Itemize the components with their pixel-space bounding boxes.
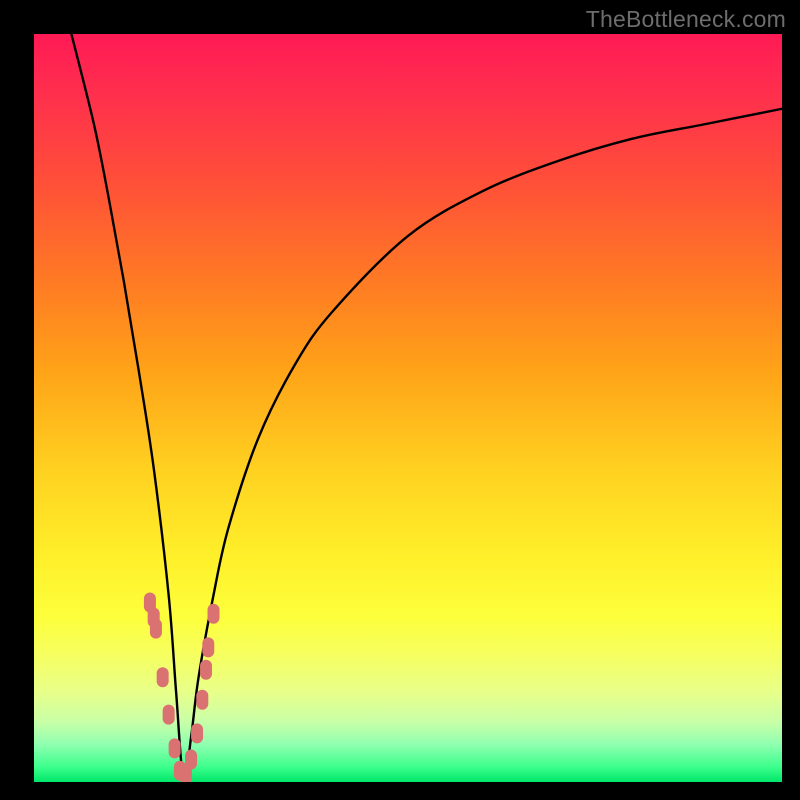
sample-dot (202, 637, 214, 657)
sample-dot (208, 604, 220, 624)
outer-frame: TheBottleneck.com (0, 0, 800, 800)
chart-svg (34, 34, 782, 782)
sample-dot (157, 667, 169, 687)
bottleneck-curve (71, 34, 782, 782)
sample-dot (200, 660, 212, 680)
sample-dot (196, 690, 208, 710)
sample-dot (191, 723, 203, 743)
plot-area (34, 34, 782, 782)
sample-dot (169, 738, 181, 758)
sample-dot (150, 619, 162, 639)
watermark-text: TheBottleneck.com (586, 6, 786, 33)
sample-dot (185, 750, 197, 770)
sample-dot (163, 705, 175, 725)
